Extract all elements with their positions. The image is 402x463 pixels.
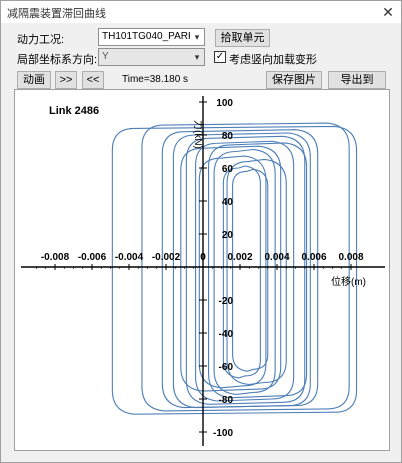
x-axis-label: 位移(m) [331,275,366,288]
window-title: 减隔震装置滞回曲线 [7,8,106,20]
vertical-load-checkbox-label: 考虑竖向加载变形 [229,54,317,66]
local-axis-value: Y [102,51,109,62]
hysteresis-loop-0 [111,125,358,415]
x-tick-label-5: 0.002 [227,252,252,263]
x-tick-label-7: 0.006 [301,252,326,263]
x-tick-label-1: -0.006 [78,252,107,263]
x-tick-label-3: -0.002 [152,252,181,263]
hysteresis-loop-12 [232,168,269,372]
x-tick-label-6: 0.004 [264,252,289,263]
x-tick-label-4: 0 [200,252,206,263]
chevron-down-icon: ▾ [190,49,204,65]
forward-button[interactable]: >> [55,71,77,89]
hysteresis-loop-5 [195,140,295,402]
local-axis-label: 局部坐标系方向: [17,54,98,66]
y-tick-label-10: 100 [216,98,233,109]
animate-button[interactable]: 动画 [17,71,51,89]
check-icon: ✓ [215,51,225,62]
y-tick-label-4: -20 [219,296,234,307]
hysteresis-loop-3 [172,132,311,409]
x-tick-label-0: -0.008 [41,252,70,263]
close-icon[interactable]: ✕ [379,3,397,21]
export-excel-button[interactable]: 导出到Excel [328,71,386,102]
y-tick-label-6: 20 [222,230,234,241]
load-case-label: 动力工况: [17,34,65,46]
title-bar: 减隔震装置滞回曲线 ✕ [1,1,401,23]
x-tick-label-2: -0.004 [115,252,144,263]
y-tick-label-2: -60 [219,362,234,373]
hysteresis-loop-4 [185,135,306,405]
pick-element-button[interactable]: 拾取单元 [215,29,270,47]
y-tick-label-8: 60 [222,164,234,175]
y-axis-label: 力(kN) [192,120,205,149]
y-tick-label-9: 80 [222,131,234,142]
x-tick-label-8: 0.008 [338,252,363,263]
hysteresis-loop-10 [226,158,287,386]
hysteresis-window: 减隔震装置滞回曲线 ✕ 动力工况: TH101TG040_PARKFIELD ▾… [0,0,402,463]
time-readout: Time=38.180 s [122,74,189,85]
y-tick-label-1: -80 [219,395,234,406]
y-tick-label-0: -100 [213,428,233,439]
link-label: Link 2486 [49,105,100,117]
back-button[interactable]: << [82,71,104,89]
y-tick-label-3: -40 [219,329,234,340]
y-tick-label-7: 40 [222,197,234,208]
plot-area: -0.008 -0.006 -0.004 -0.002 0 0.002 0.004 0.006… [14,89,390,451]
chevron-down-icon: ▾ [190,29,204,45]
local-axis-select[interactable]: Y ▾ [98,48,205,66]
load-case-select[interactable]: TH101TG040_PARKFIELD ▾ [98,28,205,46]
hysteresis-chart: -0.008 -0.006 -0.004 -0.002 0 0.002 0.004 0.006… [21,96,385,446]
save-image-button[interactable]: 保存图片 [266,71,322,89]
vertical-load-checkbox[interactable]: ✓ [214,51,226,63]
